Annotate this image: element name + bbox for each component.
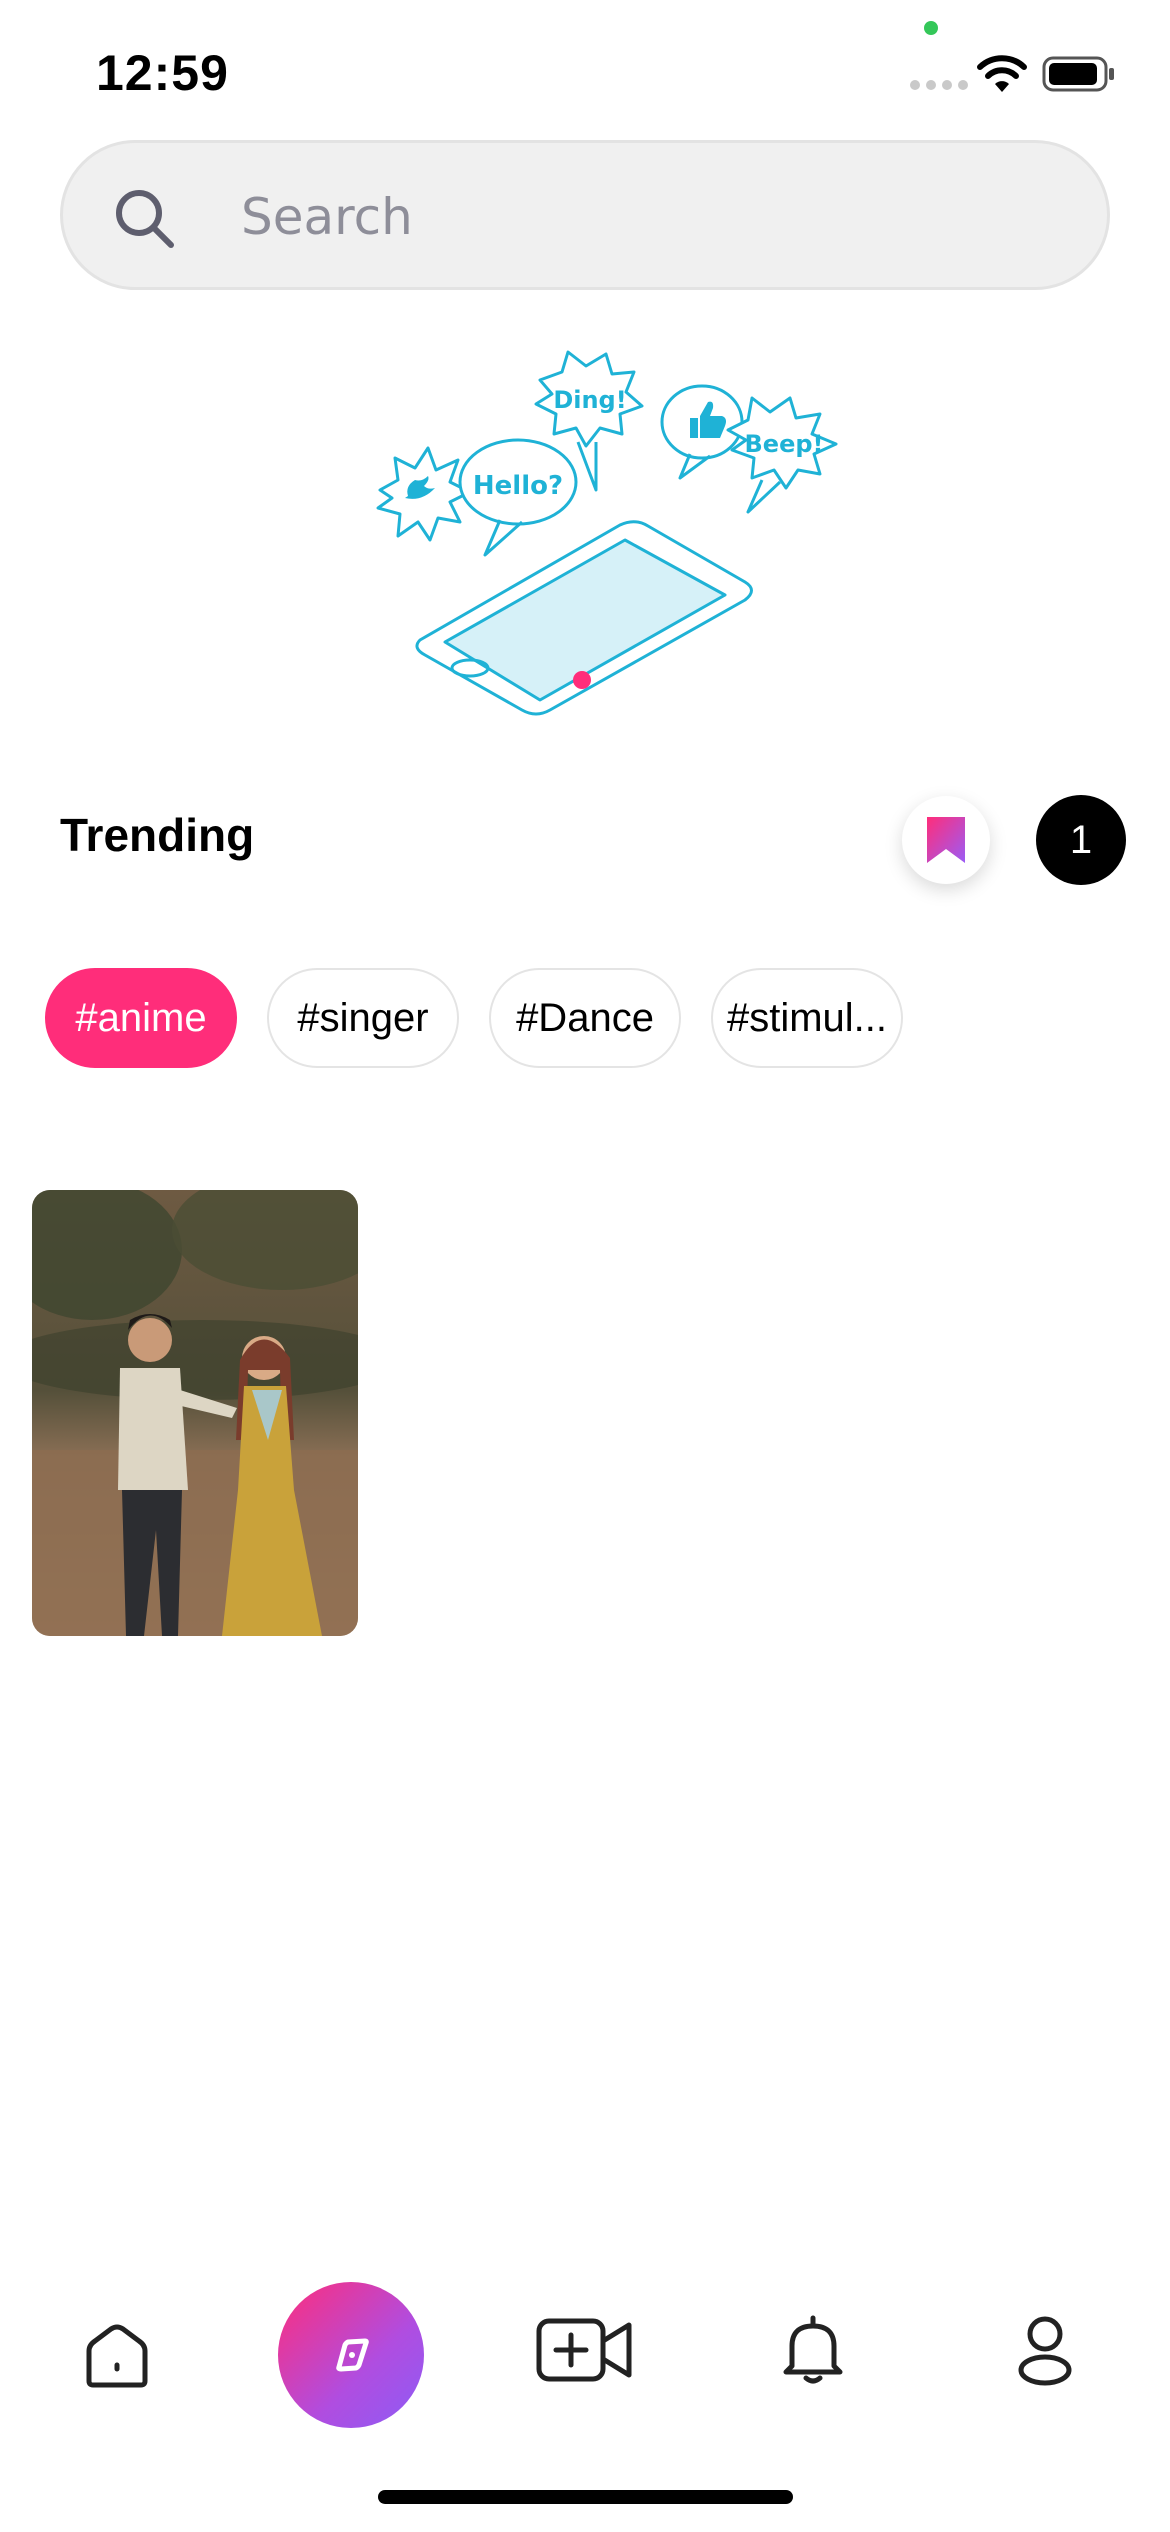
wifi-icon: [977, 55, 1027, 92]
battery-icon: [1042, 56, 1114, 92]
nav-home[interactable]: [72, 2310, 162, 2400]
hashtag-chips: #anime #singer #Dance #stimul...: [45, 968, 903, 1068]
count-badge[interactable]: 1: [1036, 795, 1126, 885]
search-input[interactable]: [239, 173, 1063, 261]
camera-indicator-dot: [924, 21, 938, 35]
status-bar: 12:59: [0, 0, 1170, 140]
video-thumbnail[interactable]: [32, 1190, 358, 1636]
search-bar[interactable]: [60, 140, 1110, 290]
hashtag-chip-singer[interactable]: #singer: [267, 968, 459, 1068]
nav-explore-button[interactable]: [278, 2282, 424, 2428]
bottom-navigation: [0, 2270, 1170, 2450]
cellular-signal-icon: [910, 80, 968, 90]
hashtag-chip-anime[interactable]: #anime: [45, 968, 237, 1068]
nav-profile[interactable]: [1000, 2305, 1090, 2395]
trending-title: Trending: [60, 809, 255, 861]
profile-icon: [1018, 2316, 1072, 2386]
status-time: 12:59: [96, 45, 229, 101]
ding-bubble-text: Ding!: [553, 386, 626, 414]
add-video-icon: [536, 2318, 632, 2382]
bookmark-button[interactable]: [902, 796, 990, 884]
nav-notifications[interactable]: [768, 2305, 858, 2395]
nav-add-video[interactable]: [530, 2305, 640, 2395]
notifications-illustration: Hello? Ding! Beep!: [376, 350, 838, 716]
explore-icon: [336, 2338, 369, 2372]
home-icon: [86, 2324, 148, 2388]
search-icon: [116, 190, 174, 248]
bell-icon: [783, 2315, 843, 2384]
bookmark-icon: [927, 817, 965, 863]
hashtag-chip-stimul[interactable]: #stimul...: [711, 968, 903, 1068]
hello-bubble-text: Hello?: [473, 471, 563, 501]
hashtag-chip-dance[interactable]: #Dance: [489, 968, 681, 1068]
home-indicator: [378, 2490, 793, 2504]
beep-bubble-text: Beep!: [745, 430, 824, 458]
